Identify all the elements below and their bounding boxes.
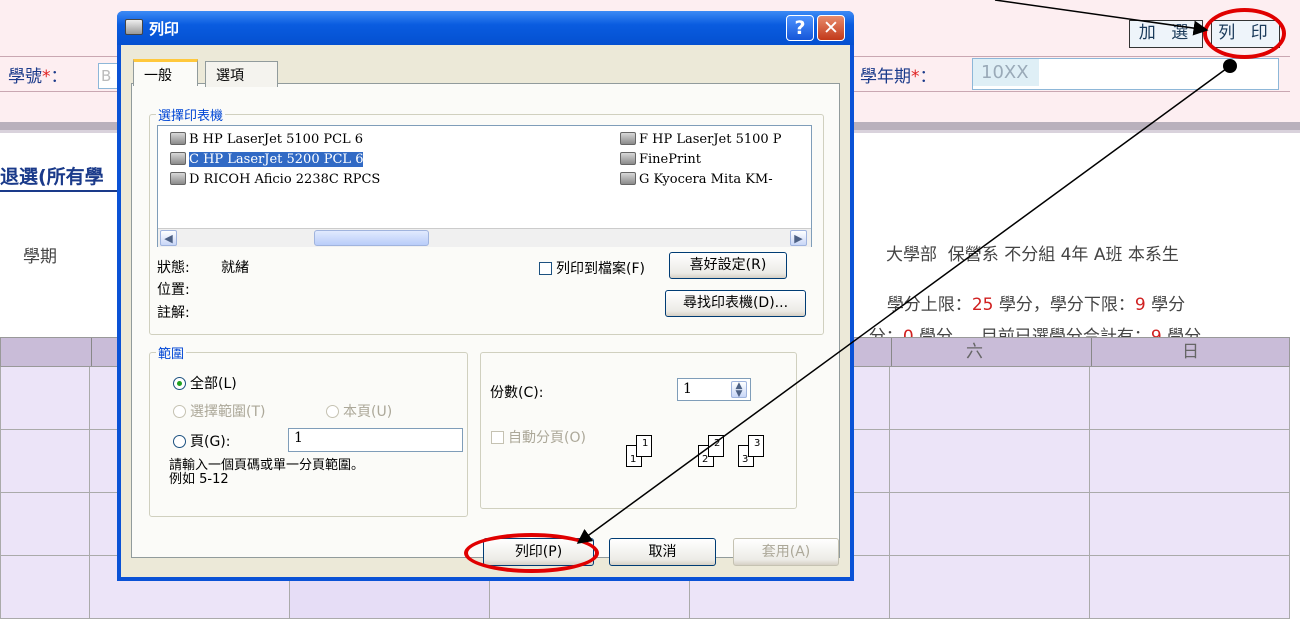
- comment-label: 註解:: [157, 305, 190, 321]
- timetable-cell: [890, 367, 1090, 430]
- scroll-left-icon[interactable]: ◀: [160, 230, 177, 246]
- printer-list[interactable]: B HP LaserJet 5100 PCL 6 C HP LaserJet 5…: [157, 125, 812, 247]
- printer-icon: [170, 172, 186, 185]
- status-value: 就緒: [221, 260, 249, 276]
- printer-list-right-column: F HP LaserJet 5100 P FinePrint G Kyocera…: [620, 130, 810, 190]
- timetable-header-separator: [91, 338, 92, 366]
- tab-general[interactable]: 一般: [133, 59, 198, 86]
- printer-item-selected[interactable]: C HP LaserJet 5200 PCL 6: [170, 150, 380, 170]
- weekday-sun: 日: [1182, 342, 1199, 362]
- printer-item[interactable]: B HP LaserJet 5100 PCL 6: [170, 130, 380, 150]
- range-group-label: 範圍: [158, 347, 185, 362]
- radio-selected[interactable]: [173, 377, 186, 390]
- timetable-cell: [1090, 556, 1290, 619]
- location-label: 位置:: [157, 282, 190, 298]
- printer-icon: [620, 172, 636, 185]
- checkbox-box[interactable]: [539, 262, 552, 275]
- timetable-cell: [1090, 430, 1290, 493]
- dialog-cancel-button[interactable]: 取消: [609, 538, 716, 566]
- range-current-page-radio: 本頁(U): [326, 401, 392, 421]
- term-input[interactable]: 10XX: [972, 58, 1279, 90]
- annotation-circle-print-page: [1203, 8, 1286, 59]
- printer-icon: [620, 152, 636, 165]
- scrollbar-thumb[interactable]: [314, 230, 429, 246]
- range-all-radio[interactable]: 全部(L): [173, 373, 237, 393]
- class-info: 大學部 保營系 不分組 4年 A班 本系生: [886, 245, 1179, 265]
- copies-label: 份數(C):: [490, 385, 544, 401]
- section-title: 退選(所有學: [0, 166, 104, 188]
- help-button[interactable]: ?: [786, 15, 814, 41]
- student-id-label: 學號*：: [8, 67, 68, 87]
- printer-icon: [170, 152, 186, 165]
- dialog-apply-button: 套用(A): [733, 538, 839, 566]
- timetable-cell: [0, 493, 90, 556]
- print-dialog: 列印 ? ✕ 一般 選項 選擇印表機 B HP LaserJet 5100 PC…: [117, 11, 854, 581]
- printer-list-left-column: B HP LaserJet 5100 PCL 6 C HP LaserJet 5…: [170, 130, 380, 190]
- checkbox-box: [491, 431, 504, 444]
- radio: [173, 405, 186, 418]
- radio[interactable]: [173, 435, 186, 448]
- collate-preview-icon: 1 1 2 2 3 3: [626, 429, 786, 479]
- timetable-cell: [0, 367, 90, 430]
- print-to-file-checkbox[interactable]: 列印到檔案(F): [539, 258, 645, 278]
- preferences-button[interactable]: 喜好設定(R): [669, 252, 787, 279]
- timetable-cell: [1090, 367, 1290, 430]
- timetable-header-separator: [1091, 338, 1092, 366]
- timetable-cell: [0, 430, 90, 493]
- timetable-header-separator: [891, 338, 892, 366]
- collate-checkbox: 自動分頁(O): [491, 427, 586, 447]
- dialog-body: 一般 選項 選擇印表機 B HP LaserJet 5100 PCL 6 C H…: [121, 45, 850, 577]
- tab-options[interactable]: 選項: [205, 61, 278, 87]
- printer-icon: [125, 19, 143, 35]
- spinner-icon[interactable]: ▲ ▼: [731, 381, 747, 399]
- find-printer-button[interactable]: 尋找印表機(D)...: [665, 290, 806, 317]
- dialog-title: 列印: [149, 20, 180, 38]
- range-selection-radio: 選擇範圍(T): [173, 401, 265, 421]
- timetable-cell: [1090, 493, 1290, 556]
- printer-list-scrollbar[interactable]: ◀ ▶: [158, 228, 811, 247]
- printer-item[interactable]: FinePrint: [620, 150, 810, 170]
- term-column-label: 學期: [23, 247, 57, 267]
- range-hint: 請輸入一個頁碼或單一分頁範圍。 例如 5-12: [169, 458, 365, 487]
- printer-group-label: 選擇印表機: [158, 109, 224, 124]
- weekday-sat: 六: [966, 342, 983, 362]
- printer-item[interactable]: F HP LaserJet 5100 P: [620, 130, 810, 150]
- pages-input[interactable]: 1: [288, 428, 463, 452]
- timetable-cell: [890, 430, 1090, 493]
- timetable-cell: [0, 556, 90, 619]
- copies-input[interactable]: 1 ▲ ▼: [677, 378, 751, 401]
- annotation-circle-dialog-print: [464, 533, 599, 573]
- printer-item[interactable]: D RICOH Aficio 2238C RPCS: [170, 170, 380, 190]
- timetable-cell: [890, 556, 1090, 619]
- radio: [326, 405, 339, 418]
- printer-icon: [620, 132, 636, 145]
- close-button[interactable]: ✕: [817, 15, 845, 41]
- dialog-titlebar: 列印 ? ✕: [117, 11, 854, 45]
- add-course-button[interactable]: 加 選: [1129, 20, 1203, 48]
- printer-icon: [170, 132, 186, 145]
- printer-item[interactable]: G Kyocera Mita KM-: [620, 170, 810, 190]
- section-title-underline: [0, 190, 117, 192]
- status-label: 狀態:: [157, 260, 190, 276]
- scroll-right-icon[interactable]: ▶: [790, 230, 807, 246]
- range-pages-radio[interactable]: 頁(G):: [173, 431, 231, 451]
- timetable-cell: [890, 493, 1090, 556]
- term-label: 學年期*：: [860, 67, 937, 87]
